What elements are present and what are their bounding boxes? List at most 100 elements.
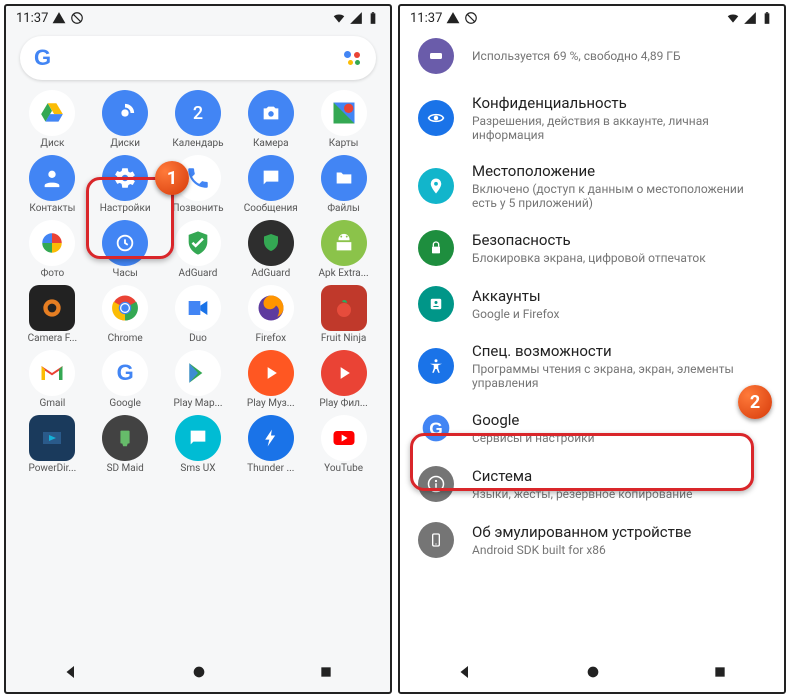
app-maps[interactable]: Карты [309, 90, 379, 149]
app-label: Сообщения [237, 203, 305, 214]
location-icon [418, 168, 454, 204]
settings-storage[interactable]: Используется 69 %, свободно 4,89 ГБ [400, 34, 784, 84]
app-adguard2[interactable]: AdGuard [236, 220, 306, 279]
app-label: Play Мар... [164, 398, 232, 409]
settings-title: Местоположение [472, 162, 766, 180]
app-apkextractor[interactable]: Apk Extra... [309, 220, 379, 279]
status-time: 11:37 [16, 11, 48, 26]
nav-home-icon[interactable] [191, 664, 207, 680]
settings-google[interactable]: G GoogleСервисы и настройки [400, 400, 784, 456]
do-not-disturb-icon [70, 11, 84, 25]
annotation-2: 2 [738, 385, 772, 419]
info-icon [418, 466, 454, 502]
nav-back-icon[interactable] [456, 663, 474, 681]
app-label: Настройки [91, 203, 159, 214]
nav-recent-icon[interactable] [712, 664, 728, 680]
app-chrome[interactable]: Chrome [90, 285, 160, 344]
app-label: Firefox [237, 333, 305, 344]
app-label: PowerDir... [18, 463, 86, 474]
google-logo-icon: G [34, 45, 51, 71]
app-playmovies[interactable]: Play Фил... [309, 350, 379, 409]
phone-right: 11:37 Используется 69 %, свободно 4,89 Г… [398, 4, 786, 694]
app-label: Gmail [18, 398, 86, 409]
settings-accessibility[interactable]: Спец. возможностиПрограммы чтения с экра… [400, 332, 784, 400]
battery-icon [760, 11, 774, 25]
app-label: Фото [18, 268, 86, 279]
app-label: Файлы [310, 203, 378, 214]
app-contacts[interactable]: Контакты [17, 155, 87, 214]
app-camera[interactable]: Камера [236, 90, 306, 149]
app-label: Chrome [91, 333, 159, 344]
settings-system[interactable]: Система Языки, жесты, резервное копирован… [400, 456, 784, 512]
settings-sub: Включено (доступ к данным о местоположен… [472, 182, 766, 210]
device-icon [418, 522, 454, 558]
settings-sub: Языки, жесты, резервное копирование [472, 487, 766, 501]
app-photos[interactable]: Фото [17, 220, 87, 279]
app-label: Play Муз... [237, 398, 305, 409]
app-disks[interactable]: Диски [90, 90, 160, 149]
settings-privacy[interactable]: Конфиденциальность Разрешения, действия в… [400, 84, 784, 152]
app-adguard[interactable]: AdGuard [163, 220, 233, 279]
app-label: Диски [91, 138, 159, 149]
battery-icon [366, 11, 380, 25]
app-label: Камера [237, 138, 305, 149]
app-label: Fruit Ninja [310, 333, 378, 344]
app-google[interactable]: GGoogle [90, 350, 160, 409]
app-label: Google [91, 398, 159, 409]
settings-security[interactable]: БезопасностьБлокировка экрана, цифровой … [400, 220, 784, 276]
app-calendar[interactable]: 2Календарь [163, 90, 233, 149]
phone-left: 11:37 G Диск Диски [4, 4, 392, 694]
settings-sub: Разрешения, действия в аккаунте, личная … [472, 114, 766, 142]
nav-back-icon[interactable] [62, 663, 80, 681]
nav-recent-icon[interactable] [318, 664, 334, 680]
app-messages[interactable]: Сообщения [236, 155, 306, 214]
app-files[interactable]: Файлы [309, 155, 379, 214]
nav-home-icon[interactable] [585, 664, 601, 680]
app-grid: Диск Диски 2Календарь Камера Карты Конта… [6, 90, 390, 474]
app-sdmaid[interactable]: SD Maid [90, 415, 160, 474]
settings-sub: Google и Firefox [472, 307, 766, 321]
app-firefox[interactable]: Firefox [236, 285, 306, 344]
app-duo[interactable]: Duo [163, 285, 233, 344]
app-youtube[interactable]: YouTube [309, 415, 379, 474]
app-label: AdGuard [164, 268, 232, 279]
navigation-bar [400, 652, 784, 692]
settings-title: Конфиденциальность [472, 94, 766, 112]
app-gmail[interactable]: Gmail [17, 350, 87, 409]
settings-title: Аккаунты [472, 287, 766, 305]
app-label: Карты [310, 138, 378, 149]
app-clock[interactable]: Часы [90, 220, 160, 279]
app-playmusic[interactable]: Play Муз... [236, 350, 306, 409]
statusbar: 11:37 [6, 6, 390, 30]
app-smsux[interactable]: Sms UX [163, 415, 233, 474]
settings-accounts[interactable]: Аккаунты Google и Firefox [400, 276, 784, 332]
app-settings[interactable]: Настройки [90, 155, 160, 214]
app-powerdirector[interactable]: PowerDir... [17, 415, 87, 474]
app-label: YouTube [310, 463, 378, 474]
warning-icon [52, 11, 66, 25]
settings-about[interactable]: Об эмулированном устройствеAndroid SDK b… [400, 512, 784, 568]
settings-list[interactable]: Используется 69 %, свободно 4,89 ГБ Конф… [400, 30, 784, 568]
do-not-disturb-icon [464, 11, 478, 25]
settings-sub: Блокировка экрана, цифровой отпечаток [472, 251, 766, 265]
app-label: Thunder ... [237, 463, 305, 474]
privacy-icon [418, 100, 454, 136]
search-bar[interactable]: G [20, 36, 376, 80]
settings-storage-sub: Используется 69 %, свободно 4,89 ГБ [472, 49, 766, 63]
app-drive[interactable]: Диск [17, 90, 87, 149]
settings-location[interactable]: Местоположение Включено (доступ к данным … [400, 152, 784, 220]
app-label: Play Фил... [310, 398, 378, 409]
app-camerafv[interactable]: Camera F... [17, 285, 87, 344]
app-label: Контакты [18, 203, 86, 214]
app-playstore[interactable]: Play Мар... [163, 350, 233, 409]
account-icon [418, 286, 454, 322]
assistant-icon[interactable] [342, 48, 362, 68]
app-label: Календарь [164, 138, 232, 149]
app-fruitninja[interactable]: Fruit Ninja [309, 285, 379, 344]
settings-title: Спец. возможности [472, 342, 766, 360]
app-thunder[interactable]: Thunder ... [236, 415, 306, 474]
signal-icon [743, 11, 757, 25]
app-label: Диск [18, 138, 86, 149]
settings-title: Система [472, 467, 766, 485]
app-label: Позвонить [164, 203, 232, 214]
